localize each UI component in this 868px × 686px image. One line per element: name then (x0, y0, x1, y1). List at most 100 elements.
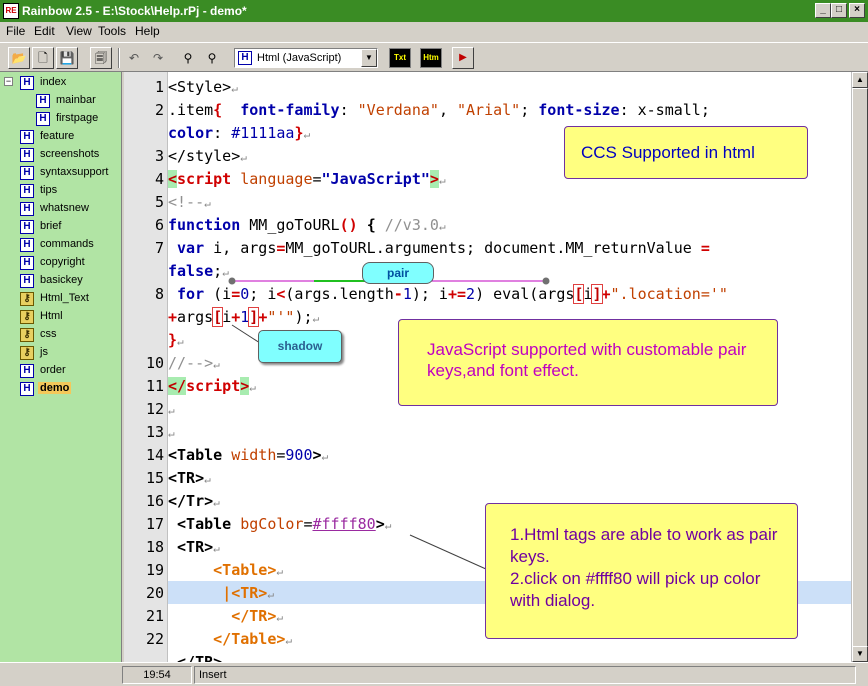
menu-view[interactable]: View (66, 24, 92, 38)
html-file-icon: H (20, 220, 34, 234)
code-line: false;↵ (168, 262, 229, 280)
scroll-down-icon[interactable]: ▼ (852, 646, 868, 662)
window-title: Rainbow 2.5 - E:\Stock\Help.rPj - demo* (22, 4, 247, 18)
code-line: </Tr>↵ (168, 492, 220, 510)
code-line: for (i=0; i<(args.length-1); i+=2) eval(… (177, 284, 728, 304)
menu-edit[interactable]: Edit (34, 24, 55, 38)
html-file-icon: H (20, 364, 34, 378)
line-number: 19 (145, 561, 164, 579)
collapse-icon[interactable]: − (4, 77, 13, 86)
code-line: <!--↵ (168, 193, 211, 211)
key-file-icon: ⚷ (20, 310, 34, 324)
project-tree: − Hindex Hmainbar Hfirstpage Hfeature Hs… (0, 72, 122, 686)
menu-tools[interactable]: Tools (98, 24, 126, 38)
save-icon[interactable]: 💾 (56, 47, 78, 69)
line-number: 7 (154, 239, 164, 257)
html-file-icon: H (36, 112, 50, 126)
code-line: <TR>↵ (177, 538, 220, 556)
code-line: </script>↵ (168, 377, 256, 395)
key-file-icon: ⚷ (20, 328, 34, 342)
html-file-icon: H (20, 382, 34, 396)
menu-file[interactable]: File (6, 24, 25, 38)
chevron-down-icon[interactable]: ▼ (361, 49, 377, 67)
status-bar: 19:54 Insert (0, 662, 868, 686)
html-file-icon: H (20, 184, 34, 198)
html-note-line-2: 2.click on #ffff80 will pick up color wi… (510, 569, 761, 610)
edit-mode: Insert (194, 666, 856, 684)
js-note: JavaScript supported with customable pai… (398, 319, 778, 406)
txt-export-button[interactable]: Txt (389, 48, 411, 68)
undo-icon[interactable]: ↶ (124, 49, 144, 67)
save-all-icon[interactable]: 🗐 (90, 47, 112, 69)
code-line: </TR> (177, 653, 223, 662)
line-number: 10 (145, 354, 164, 372)
line-number-gutter: 1 2 3 4 5 6 7 8 10 11 12 13 14 15 16 17 … (124, 72, 168, 662)
html-file-icon: H (20, 166, 34, 180)
new-file-icon[interactable]: 🗋 (32, 47, 54, 69)
language-value: Html (JavaScript) (257, 52, 342, 64)
pair-label: pair (362, 262, 434, 284)
find-icon[interactable]: ⚲ (178, 49, 198, 67)
title-bar: RE Rainbow 2.5 - E:\Stock\Help.rPj - dem… (0, 0, 868, 22)
code-line: <TR>↵ (168, 469, 211, 487)
code-line: ↵ (168, 427, 175, 440)
line-number: 22 (145, 630, 164, 648)
htm-export-button[interactable]: Htm (420, 48, 442, 68)
code-line: <Table width=900>↵ (168, 446, 329, 464)
line-number: 5 (154, 193, 164, 211)
line-number: 3 (154, 147, 164, 165)
open-folder-icon[interactable]: 📂 (8, 47, 30, 69)
line-number: 12 (145, 400, 164, 418)
line-number: 4 (154, 170, 164, 188)
scroll-thumb[interactable] (852, 88, 868, 650)
html-note: 1.Html tags are able to work as pair key… (485, 503, 798, 639)
menu-bar: File Edit View Tools Help (0, 22, 868, 40)
html-file-icon: H (20, 76, 34, 90)
code-line: <Table bgColor=#ffff80>↵ (177, 515, 392, 533)
scroll-up-icon[interactable]: ▲ (852, 72, 868, 88)
html-note-line-1: 1.Html tags are able to work as pair key… (510, 525, 778, 566)
line-number: 15 (145, 469, 164, 487)
html-file-icon: H (20, 130, 34, 144)
html-file-icon: H (20, 148, 34, 162)
css-note: CCS Supported in html (564, 126, 808, 179)
line-number: 21 (145, 607, 164, 625)
app-window: RE Rainbow 2.5 - E:\Stock\Help.rPj - dem… (0, 0, 868, 686)
code-line: +args[i+1]+"'");↵ (168, 307, 320, 327)
line-number: 16 (145, 492, 164, 510)
code-line: color: #1111aa}↵ (168, 124, 311, 142)
code-line: var i, args=MM_goToURL.arguments; docume… (177, 239, 710, 257)
line-number: 20 (145, 584, 164, 602)
html-file-icon: H (36, 94, 50, 108)
line-number: 1 (154, 78, 164, 96)
minimize-button[interactable]: _ (815, 3, 831, 18)
line-number: 11 (145, 377, 164, 395)
line-number: 14 (145, 446, 164, 464)
line-number: 17 (145, 515, 164, 533)
code-line: <Style>↵ (168, 78, 238, 96)
maximize-button[interactable]: □ (831, 3, 847, 18)
code-line: function MM_goToURL() { //v3.0↵ (168, 216, 446, 234)
redo-icon[interactable]: ↷ (148, 49, 168, 67)
language-select[interactable]: H Html (JavaScript) ▼ (234, 48, 378, 68)
code-line: ↵ (168, 404, 175, 417)
menu-help[interactable]: Help (135, 24, 160, 38)
close-button[interactable]: × (849, 3, 865, 18)
code-line: </Table>↵ (213, 630, 293, 648)
code-line: //-->↵ (168, 354, 220, 372)
find-next-icon[interactable]: ⚲ (202, 49, 222, 67)
code-line: </style>↵ (168, 147, 247, 165)
key-file-icon: ⚷ (20, 292, 34, 306)
key-file-icon: ⚷ (20, 346, 34, 360)
html-file-icon: H (238, 51, 252, 65)
code-line: }↵ (168, 331, 184, 349)
run-icon[interactable]: ▶ (452, 47, 474, 69)
toolbar-separator (118, 48, 120, 68)
app-icon: RE (3, 3, 19, 19)
shadow-label: shadow (258, 330, 342, 363)
code-line: .item{ font-family: "Verdana", "Arial"; … (168, 101, 710, 119)
html-file-icon: H (20, 202, 34, 216)
line-number: 6 (154, 216, 164, 234)
line-number: 18 (145, 538, 164, 556)
vertical-scrollbar[interactable]: ▲ ▼ (851, 72, 868, 662)
